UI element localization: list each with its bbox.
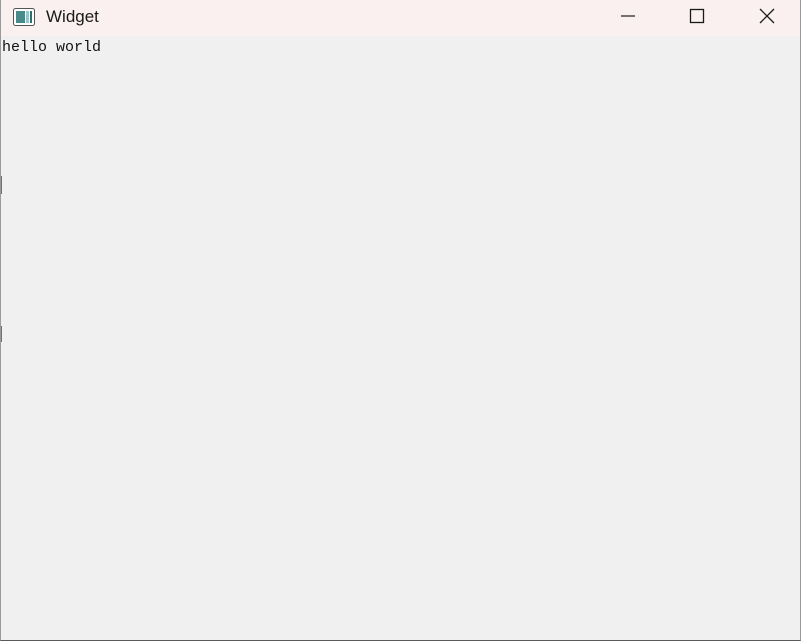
left-edge-artifact (1, 176, 2, 194)
client-area: hello world (1, 36, 800, 640)
maximize-button[interactable] (674, 0, 720, 36)
minimize-button[interactable] (605, 0, 651, 36)
maximize-icon (689, 8, 705, 29)
close-button[interactable] (744, 0, 790, 36)
left-edge-artifact (1, 326, 2, 342)
window-title: Widget (46, 7, 99, 26)
app-window: Widget hello world (0, 0, 801, 641)
application-window-icon (13, 8, 35, 26)
title-bar[interactable]: Widget (1, 0, 800, 36)
minimize-icon (620, 8, 636, 29)
hello-label: hello world (2, 39, 102, 56)
close-icon (758, 7, 776, 30)
